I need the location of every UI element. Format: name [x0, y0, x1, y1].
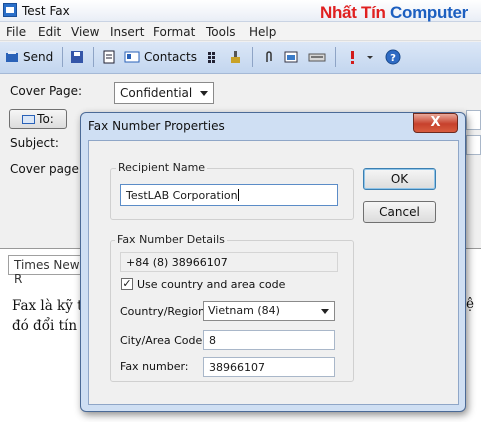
cover-page-label: Cover Page:	[10, 84, 83, 98]
send-icon	[6, 51, 18, 62]
to-button-label: To:	[37, 112, 54, 126]
fax-number-details-group-title: Fax Number Details	[115, 233, 227, 246]
close-icon: X	[430, 115, 441, 130]
page-icon[interactable]	[102, 50, 116, 64]
to-field[interactable]	[466, 110, 481, 130]
menu-format[interactable]: Format	[153, 25, 195, 39]
image-icon[interactable]	[284, 50, 298, 64]
cover-page-value: Confidential	[120, 86, 193, 100]
window-title: Test Fax	[22, 4, 70, 18]
brand-part1: Nhất Tín	[320, 3, 386, 22]
attach-icon[interactable]	[262, 50, 276, 64]
recipient-name-group-title: Recipient Name	[116, 161, 208, 174]
toolbar-separator	[252, 47, 253, 67]
menu-edit[interactable]: Edit	[38, 25, 61, 39]
subject-label: Subject:	[10, 136, 59, 150]
brand-watermark: Nhất Tín Computer	[320, 3, 468, 23]
menu-file[interactable]: File	[6, 25, 26, 39]
ok-button[interactable]: OK	[363, 168, 436, 190]
country-region-select[interactable]: Vietnam (84)	[203, 301, 335, 321]
full-fax-number: +84 (8) 38966107	[126, 256, 228, 269]
use-country-label: Use country and area code	[137, 278, 286, 291]
clean-icon[interactable]	[228, 50, 242, 64]
send-button[interactable]: Send	[5, 46, 53, 68]
cover-notes-label: Cover page n	[10, 162, 91, 176]
scanner-icon[interactable]	[308, 50, 326, 64]
menu-help[interactable]: Help	[249, 25, 276, 39]
chevron-down-icon[interactable]	[366, 50, 374, 64]
svg-text:?: ?	[390, 53, 396, 64]
toolbar-separator	[335, 47, 336, 67]
contacts-label: Contacts	[144, 50, 197, 64]
subject-field[interactable]	[466, 135, 481, 155]
fax-number-value: 38966107	[209, 361, 265, 374]
address-book-icon	[22, 115, 36, 124]
fax-number-label: Fax number:	[120, 360, 189, 373]
chevron-down-icon	[321, 309, 329, 314]
country-region-value: Vietnam (84)	[208, 304, 280, 317]
dialog-title: Fax Number Properties	[88, 119, 225, 133]
city-area-code-value: 8	[209, 334, 216, 347]
fax-app-icon	[3, 3, 17, 17]
text-cursor	[237, 189, 239, 201]
menu-tools[interactable]: Tools	[206, 25, 236, 39]
fax-number-input[interactable]: 38966107	[203, 357, 335, 377]
menu-view[interactable]: View	[71, 25, 99, 39]
use-country-checkbox[interactable]: ✓	[121, 278, 133, 290]
to-button[interactable]: To:	[9, 109, 67, 129]
close-button[interactable]: X	[413, 113, 458, 133]
cover-page-select[interactable]: Confidential	[114, 82, 214, 104]
country-region-label: Country/Region:	[120, 305, 209, 318]
contacts-icon	[124, 51, 140, 63]
city-area-code-input[interactable]: 8	[203, 330, 335, 350]
help-icon[interactable]: ?	[385, 49, 401, 65]
body-line-1-right: ệ	[466, 296, 474, 312]
brand-part2: Computer	[390, 3, 468, 22]
recipient-name-input[interactable]: TestLAB Corporation	[120, 184, 338, 206]
send-label: Send	[23, 50, 54, 64]
save-icon[interactable]	[70, 50, 84, 64]
cancel-button[interactable]: Cancel	[363, 201, 436, 223]
toolbar-separator	[93, 47, 94, 67]
menu-insert[interactable]: Insert	[110, 25, 144, 39]
full-fax-number-display: +84 (8) 38966107	[120, 252, 338, 272]
contacts-button[interactable]: Contacts	[124, 46, 197, 68]
grid-icon[interactable]	[206, 50, 220, 64]
city-area-code-label: City/Area Code:	[120, 334, 206, 347]
toolbar-separator	[62, 47, 63, 67]
font-name-select[interactable]: Times New R	[8, 255, 88, 286]
recipient-name-value: TestLAB Corporation	[126, 189, 238, 202]
chevron-down-icon	[200, 91, 208, 96]
priority-icon[interactable]	[345, 50, 359, 64]
